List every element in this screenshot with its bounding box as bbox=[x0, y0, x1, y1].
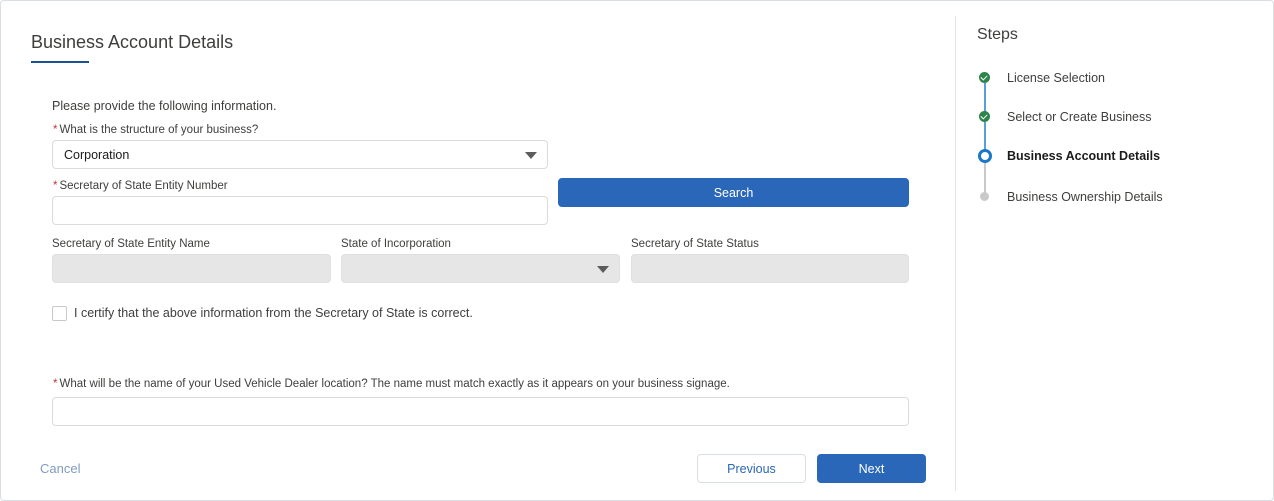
entity-number-input[interactable] bbox=[52, 196, 548, 225]
business-structure-value: Corporation bbox=[64, 148, 130, 162]
status-label: Secretary of State Status bbox=[631, 238, 759, 250]
steps-title: Steps bbox=[977, 26, 1018, 43]
search-button[interactable]: Search bbox=[558, 178, 909, 207]
certify-label[interactable]: I certify that the above information fro… bbox=[74, 306, 473, 320]
form-intro: Please provide the following information… bbox=[52, 99, 277, 113]
step-select-or-create-business[interactable]: Select or Create Business bbox=[1007, 110, 1152, 124]
cancel-link[interactable]: Cancel bbox=[40, 461, 80, 476]
state-of-incorporation-select bbox=[341, 254, 620, 283]
chevron-down-icon bbox=[525, 152, 537, 159]
required-mark: * bbox=[53, 124, 58, 136]
entity-number-label: * Secretary of State Entity Number bbox=[53, 180, 228, 192]
step-connector bbox=[984, 122, 986, 151]
entity-number-label-text: Secretary of State Entity Number bbox=[59, 180, 228, 192]
status-field bbox=[631, 254, 909, 283]
chevron-down-icon bbox=[597, 266, 609, 273]
step-complete-icon bbox=[979, 72, 990, 83]
previous-button[interactable]: Previous bbox=[697, 454, 806, 483]
location-name-label-text: What will be the name of your Used Vehic… bbox=[59, 378, 730, 390]
state-label: State of Incorporation bbox=[341, 238, 451, 250]
step-connector bbox=[984, 83, 986, 112]
entity-name-label: Secretary of State Entity Name bbox=[52, 238, 210, 250]
step-upcoming-icon bbox=[980, 192, 989, 201]
business-structure-select[interactable]: Corporation bbox=[52, 140, 548, 169]
step-business-account-details[interactable]: Business Account Details bbox=[1007, 149, 1160, 163]
page-title: Business Account Details bbox=[31, 32, 234, 52]
main-card: Business Account Details Please provide … bbox=[0, 0, 1274, 501]
step-current-icon bbox=[978, 149, 992, 163]
certify-checkbox[interactable] bbox=[52, 306, 67, 321]
previous-button-label: Previous bbox=[727, 461, 776, 476]
step-business-ownership-details[interactable]: Business Ownership Details bbox=[1007, 190, 1163, 204]
location-name-label: * What will be the name of your Used Vehi… bbox=[53, 378, 730, 390]
sidebar-divider bbox=[955, 16, 956, 491]
step-license-selection[interactable]: License Selection bbox=[1007, 71, 1105, 85]
step-complete-icon bbox=[979, 111, 990, 122]
structure-label: * What is the structure of your business? bbox=[53, 124, 258, 136]
structure-label-text: What is the structure of your business? bbox=[59, 124, 259, 136]
required-mark: * bbox=[53, 378, 58, 390]
next-button[interactable]: Next bbox=[817, 454, 926, 483]
title-underline bbox=[31, 61, 89, 63]
step-connector bbox=[984, 163, 986, 193]
search-button-label: Search bbox=[713, 185, 754, 200]
next-button-label: Next bbox=[858, 461, 885, 476]
entity-name-field bbox=[52, 254, 331, 283]
required-mark: * bbox=[53, 180, 58, 192]
location-name-input[interactable] bbox=[52, 397, 909, 426]
